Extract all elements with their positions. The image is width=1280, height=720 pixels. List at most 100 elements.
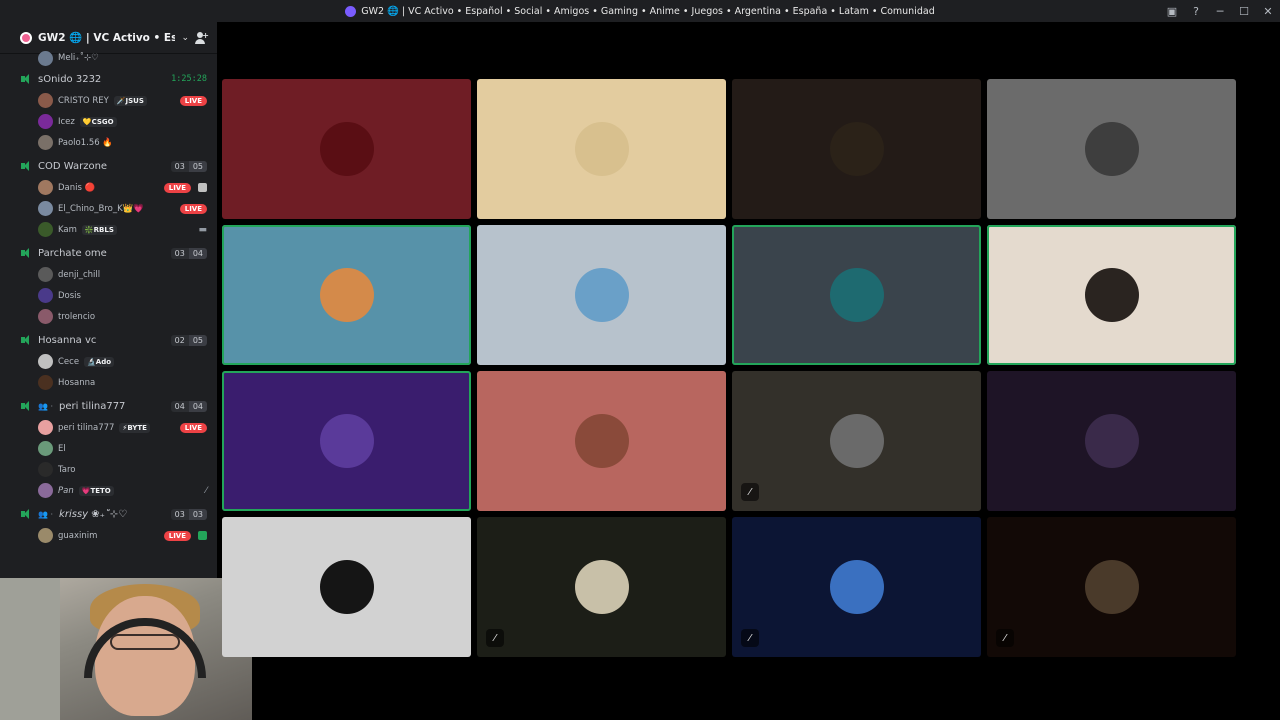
close-button[interactable]: ✕ [1256,0,1280,22]
voice-channel-cod-warzone[interactable]: COD Warzone 03 05 [0,155,217,177]
participant-tile[interactable] [732,225,981,365]
live-badge[interactable]: LIVE [179,203,207,214]
voice-member[interactable]: Danis 🔴 LIVE [0,177,217,198]
member-name: peri tilina777 [58,422,115,433]
live-badge[interactable]: LIVE [179,95,207,106]
participant-avatar [829,560,884,614]
participant-tile[interactable] [477,371,726,511]
participant-tile[interactable] [732,79,981,219]
participant-avatar [574,414,629,468]
member-count: 03 05 [170,160,207,172]
window-controls: ▣ ? ─ ☐ ✕ [1160,0,1280,22]
live-badge[interactable]: LIVE [179,422,207,433]
participant-avatar [829,268,884,322]
member-tag: 🔬Ado [84,356,115,367]
speaker-icon [20,247,32,259]
member-name: Paolo1.56 🔥 [58,137,113,148]
channel-timer: 1:25:28 [171,74,207,84]
server-name[interactable]: GW2 🌐 | VC Activo • Esp... [38,31,175,44]
participant-tile[interactable] [477,225,726,365]
member-name: Meli₊˚⊹♡ [58,53,99,63]
voice-channel-krissy[interactable]: 👥 · krissy ❀₊˚⊹♡ 03 03 [0,503,217,525]
live-badge[interactable]: LIVE [163,530,191,541]
inbox-icon[interactable]: ▣ [1160,0,1184,22]
voice-member[interactable]: El [0,438,217,459]
member-count: 03 03 [170,508,207,520]
window-titlebar: GW2 🌐 | VC Activo • Español • Social • A… [0,0,1280,22]
voice-member[interactable]: Kam ❇️RBLS ▬ [0,219,217,240]
voice-participant-grid: ⁄ ⁄ ⁄ ⁄ [222,79,1236,657]
voice-member[interactable]: Dosis [0,285,217,306]
voice-member[interactable]: Cece 🔬Ado [0,351,217,372]
participant-avatar [829,122,884,176]
speaker-icon [20,160,32,172]
invite-people-icon[interactable]: + [195,31,209,45]
participant-tile[interactable]: ⁄ [732,517,981,657]
participant-tile[interactable] [987,371,1236,511]
participant-tile[interactable] [222,79,471,219]
participant-tile[interactable] [987,225,1236,365]
minimize-button[interactable]: ─ [1208,0,1232,22]
avatar [38,309,53,324]
participant-tile[interactable]: ⁄ [477,517,726,657]
headset-icon: ▬ [198,224,207,235]
camera-glasses [110,634,180,650]
participant-tile[interactable] [222,371,471,511]
member-name: Taro [58,464,76,475]
participant-tile[interactable] [477,79,726,219]
member-name: Danis 🔴 [58,182,96,193]
chevron-down-icon[interactable]: ⌄ [181,33,189,43]
avatar [38,528,53,543]
voice-member[interactable]: Hosanna [0,372,217,393]
avatar [38,114,53,129]
participant-tile[interactable] [222,517,471,657]
participant-tile[interactable] [222,225,471,365]
participant-avatar [574,122,629,176]
avatar [38,267,53,282]
avatar [38,201,53,216]
maximize-button[interactable]: ☐ [1232,0,1256,22]
voice-channel-peri-tilina[interactable]: 👥 · peri tilina777 04 04 [0,395,217,417]
voice-channel-sonido[interactable]: sOnido 3232 1:25:28 [0,68,217,90]
camera-background [0,578,60,720]
channel-name: krissy ❀₊˚⊹♡ [59,508,128,520]
self-camera-preview[interactable] [0,578,252,720]
voice-member[interactable]: Meli₊˚⊹♡ [0,50,217,66]
voice-member[interactable]: Pan 💗TETO ⁄ [0,480,217,501]
voice-member[interactable]: guaxinim LIVE [0,525,217,546]
voice-member[interactable]: trolencio [0,306,217,327]
muted-mic-icon: ⁄ [205,485,207,496]
member-name: denji_chill [58,269,101,280]
member-name: Kam [58,224,77,235]
voice-member[interactable]: Taro [0,459,217,480]
voice-channel-hosanna[interactable]: Hosanna vc 02 05 [0,329,217,351]
voice-member[interactable]: peri tilina777 ⚡BYTE LIVE [0,417,217,438]
member-count: 02 05 [170,334,207,346]
member-tag: ⚡BYTE [119,422,150,433]
voice-member[interactable]: Paolo1.56 🔥 [0,132,217,153]
participant-avatar [1084,122,1139,176]
participant-tile[interactable]: ⁄ [732,371,981,511]
member-name: Dosis [58,290,81,301]
participant-avatar [829,414,884,468]
window-title-text: GW2 🌐 | VC Activo • Español • Social • A… [361,5,935,17]
help-icon[interactable]: ? [1184,0,1208,22]
member-name: El_Chino_Bro_K👑💗 [58,203,144,214]
participant-tile[interactable] [987,79,1236,219]
member-count: 04 04 [170,400,207,412]
voice-member[interactable]: Icez 💛CSGO [0,111,217,132]
voice-member[interactable]: CRISTO REY 🗡️JSUS LIVE [0,90,217,111]
member-tag: 🗡️JSUS [113,95,147,106]
voice-member[interactable]: El_Chino_Bro_K👑💗 LIVE [0,198,217,219]
live-badge[interactable]: LIVE [163,182,191,193]
participant-tile[interactable]: ⁄ [987,517,1236,657]
voice-member[interactable]: denji_chill [0,264,217,285]
voice-channel-parchate[interactable]: Parchate ome 03 04 [0,242,217,264]
member-name: Pan [58,485,74,496]
avatar [38,462,53,477]
server-icon [20,31,32,44]
avatar [38,180,53,195]
server-logo-icon [345,5,357,17]
member-name: Hosanna [58,377,96,388]
avatar [38,483,53,498]
